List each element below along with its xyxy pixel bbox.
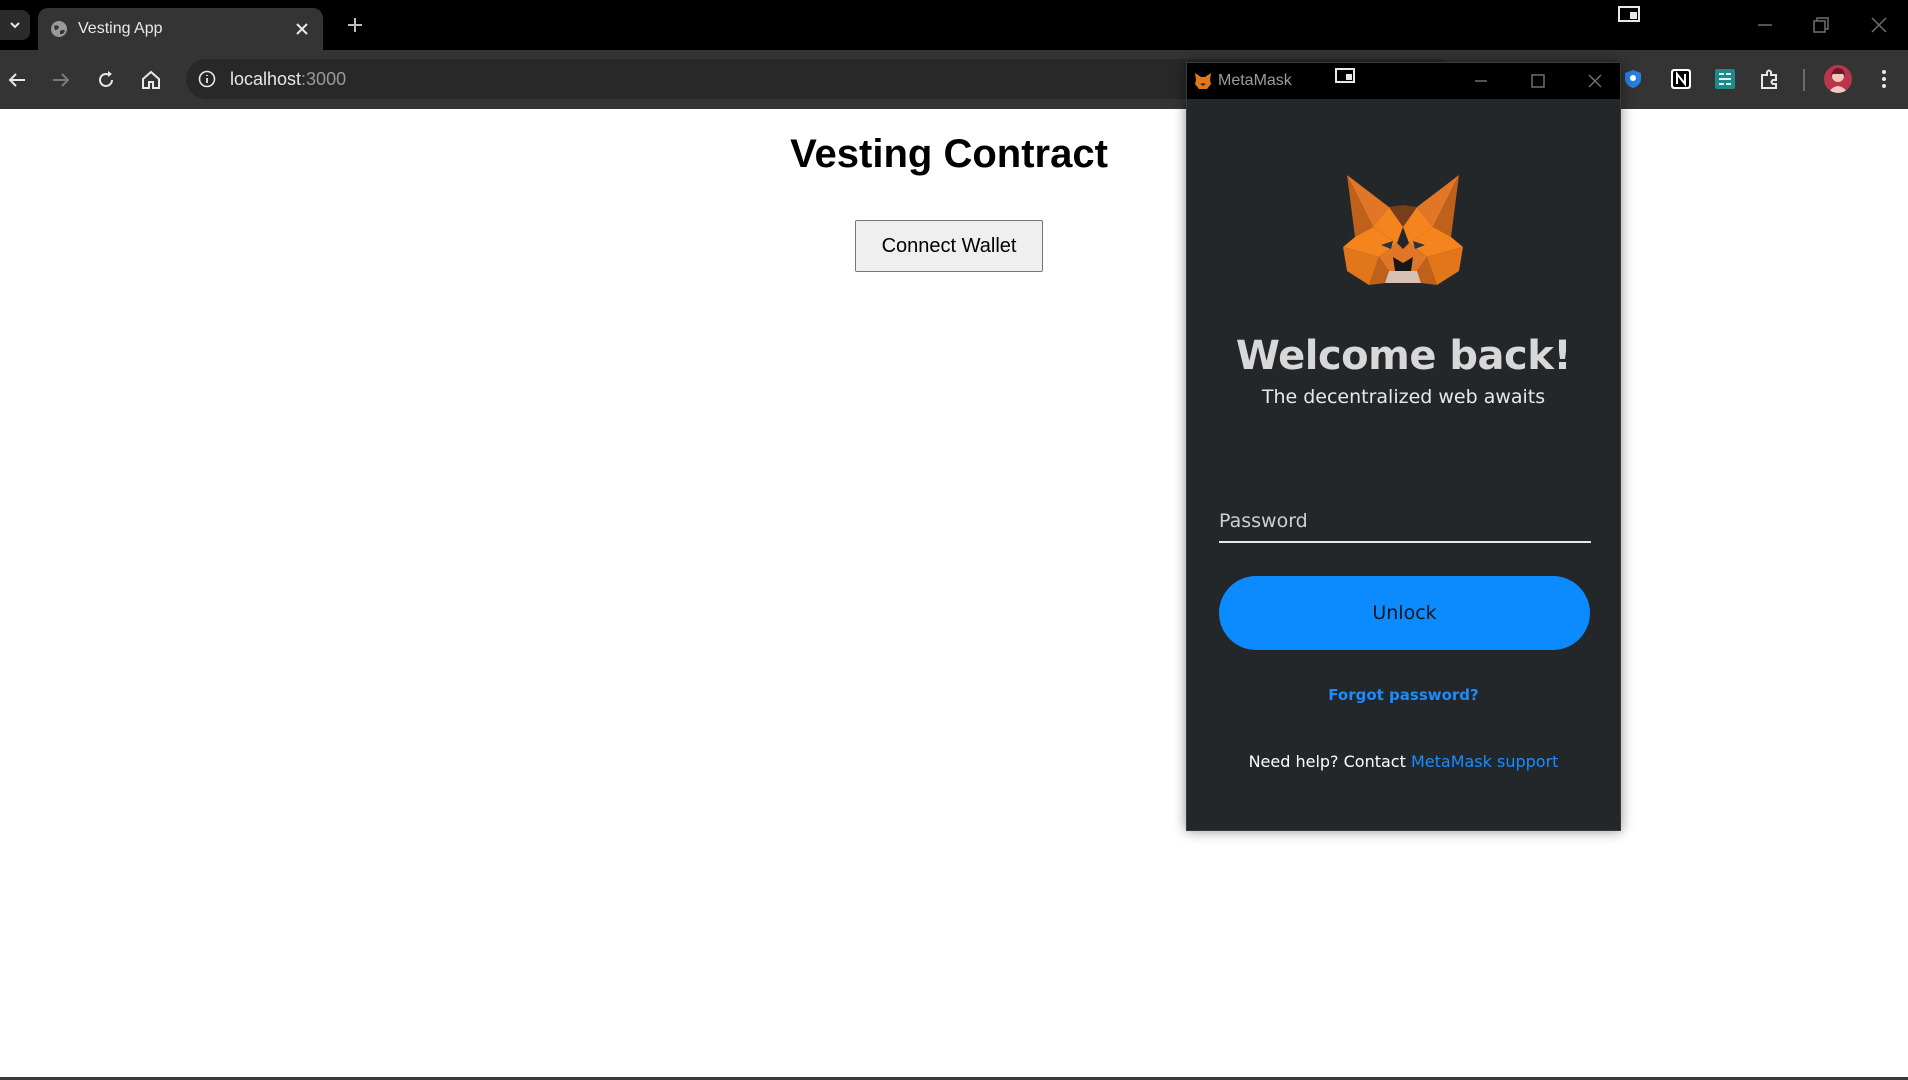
metamask-titlebar[interactable]: MetaMask [1187,63,1620,99]
forgot-password-link[interactable]: Forgot password? [1187,686,1620,704]
metamask-popup: MetaMask Welcome back! The decentralized… [1186,62,1621,831]
restore-window-icon[interactable] [1808,12,1834,38]
extension-grid-icon[interactable] [1712,66,1738,92]
metamask-fox-logo-icon [1343,175,1463,285]
cast-icon[interactable] [1618,6,1640,22]
browser-menu-icon[interactable] [1872,66,1896,92]
forward-arrow-icon[interactable] [49,68,73,92]
connect-wallet-button[interactable]: Connect Wallet [855,220,1043,272]
close-tab-icon[interactable] [293,20,311,38]
tab-search-button[interactable] [0,10,30,40]
minimize-window-icon[interactable] [1752,12,1778,38]
browser-tab-active[interactable]: Vesting App [38,8,323,50]
notion-icon[interactable] [1668,66,1694,92]
back-arrow-icon[interactable] [5,68,29,92]
tab-title: Vesting App [78,20,163,37]
password-input[interactable] [1219,501,1591,543]
profile-avatar-icon [1828,68,1848,93]
toolbar-divider [1803,69,1805,91]
extensions-puzzle-icon[interactable] [1757,66,1783,92]
extension-shield-icon[interactable] [1622,68,1644,90]
close-window-icon[interactable] [1584,70,1606,92]
maximize-window-icon[interactable] [1527,70,1549,92]
metamask-fox-icon [1195,73,1211,89]
help-prefix: Need help? Contact [1248,752,1406,771]
new-tab-icon[interactable] [344,14,366,36]
welcome-heading: Welcome back! [1235,333,1572,379]
browser-toolbar: localhost:3000 [0,50,1908,109]
chevron-down-icon [10,22,20,29]
browser-tab-bar: Vesting App [0,0,1908,50]
cast-icon[interactable] [1335,68,1355,84]
profile-avatar[interactable] [1824,65,1852,93]
help-text: Need help? Contact MetaMask support [1187,752,1620,771]
minimize-window-icon[interactable] [1470,70,1492,92]
close-window-icon[interactable] [1866,12,1892,38]
reload-icon[interactable] [94,68,118,92]
home-icon[interactable] [139,68,163,92]
unlock-button[interactable]: Unlock [1219,576,1590,650]
welcome-subtitle: The decentralized web awaits [1261,386,1546,408]
address-url: localhost:3000 [230,69,347,89]
metamask-support-link[interactable]: MetaMask support [1411,752,1558,771]
metamask-window-title: MetaMask [1218,72,1292,89]
globe-icon [51,21,67,37]
site-info-icon[interactable] [198,70,216,88]
